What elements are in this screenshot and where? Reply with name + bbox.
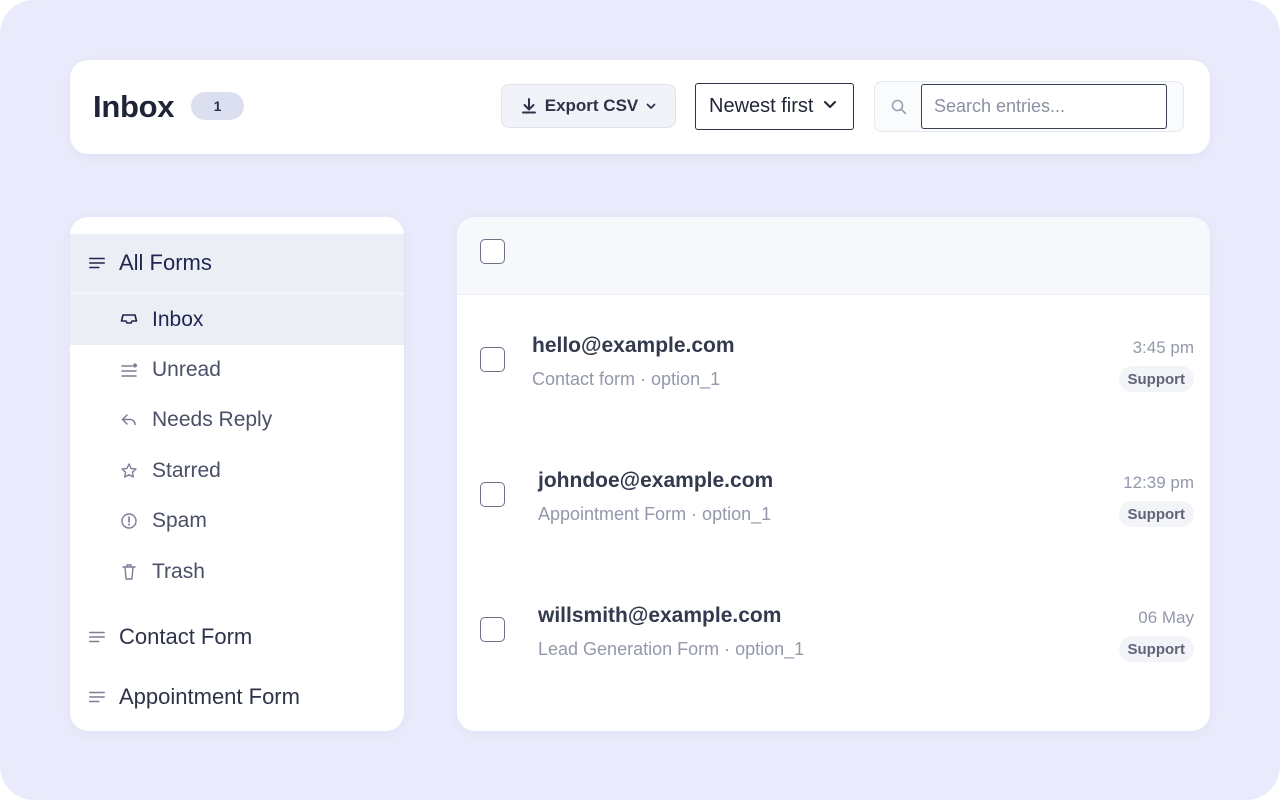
- entry-checkbox[interactable]: [480, 617, 505, 642]
- app-canvas: Inbox 1 Export CSV Newest first Search e…: [0, 0, 1280, 800]
- header-bar: Inbox 1 Export CSV Newest first: [70, 60, 1210, 154]
- star-icon: [120, 462, 138, 480]
- entry-email: johndoe@example.com: [538, 469, 774, 492]
- sidebar: All Forms Inbox Unread Needs Reply Starr…: [70, 217, 404, 731]
- list-item[interactable]: willsmith@example.com Lead Generation Fo…: [457, 564, 1210, 684]
- entry-checkbox[interactable]: [480, 347, 505, 372]
- download-icon: [520, 97, 538, 115]
- list-icon: [88, 688, 106, 706]
- unread-icon: [120, 361, 138, 379]
- sidebar-item-trash[interactable]: Trash: [70, 547, 404, 597]
- export-csv-button[interactable]: Export CSV: [501, 84, 676, 128]
- list-icon: [88, 254, 106, 272]
- list-item[interactable]: johndoe@example.com Appointment Form · o…: [457, 429, 1210, 549]
- entry-time: 3:45 pm: [1132, 338, 1194, 357]
- entry-tag: Support: [1118, 636, 1194, 662]
- inbox-icon: [120, 311, 138, 329]
- sidebar-group-label: Contact Form: [119, 624, 253, 649]
- reply-icon: [120, 411, 138, 429]
- sidebar-item-spam[interactable]: Spam: [70, 496, 404, 546]
- sidebar-group-all-forms[interactable]: All Forms: [70, 234, 404, 292]
- sidebar-item-needs-reply[interactable]: Needs Reply: [70, 395, 404, 445]
- export-csv-label: Export CSV: [544, 96, 639, 115]
- sidebar-group-label: All Forms: [119, 250, 212, 275]
- entry-time: 06 May: [1138, 608, 1194, 627]
- select-all-checkbox[interactable]: [480, 239, 505, 264]
- spam-icon: [120, 512, 138, 530]
- sort-select-value: Newest first: [709, 95, 814, 117]
- sidebar-item-label: Unread: [152, 358, 221, 381]
- list-item[interactable]: hello@example.com Contact form · option_…: [457, 295, 1210, 415]
- search-input[interactable]: [921, 84, 1167, 129]
- search-icon: [888, 96, 910, 118]
- sidebar-item-unread[interactable]: Unread: [70, 345, 404, 395]
- entry-tag: Support: [1118, 366, 1194, 392]
- trash-icon: [120, 563, 138, 581]
- entry-form: Contact form · option_1: [532, 369, 721, 389]
- entry-form: Lead Generation Form · option_1: [538, 639, 805, 659]
- sidebar-group-label: Appointment Form: [119, 684, 300, 709]
- entry-email: willsmith@example.com: [538, 604, 782, 627]
- sidebar-group-appointment-form[interactable]: Appointment Form: [70, 668, 404, 726]
- entry-tag: Support: [1118, 501, 1194, 527]
- entry-form: Appointment Form · option_1: [538, 504, 772, 524]
- sidebar-item-starred[interactable]: Starred: [70, 446, 404, 496]
- sidebar-group-contact-form[interactable]: Contact Form: [70, 608, 404, 666]
- sidebar-item-label: Starred: [152, 459, 221, 482]
- entry-checkbox[interactable]: [480, 482, 505, 507]
- chevron-down-icon: [645, 100, 657, 112]
- entry-email: hello@example.com: [532, 334, 735, 357]
- sidebar-item-inbox[interactable]: Inbox: [70, 295, 404, 345]
- count-badge: 1: [191, 92, 244, 120]
- sidebar-item-label: Needs Reply: [152, 408, 273, 431]
- sidebar-item-label: Trash: [152, 560, 205, 583]
- entry-time: 12:39 pm: [1123, 473, 1194, 492]
- search-box: [874, 81, 1184, 132]
- page-title: Inbox: [93, 89, 175, 124]
- list-icon: [88, 628, 106, 646]
- sidebar-item-label: Spam: [152, 509, 207, 532]
- chevron-down-icon: [822, 95, 838, 118]
- list-header: [457, 217, 1210, 295]
- sidebar-item-label: Inbox: [152, 308, 204, 331]
- entries-panel: hello@example.com Contact form · option_…: [457, 217, 1210, 731]
- sort-select[interactable]: Newest first: [695, 83, 854, 130]
